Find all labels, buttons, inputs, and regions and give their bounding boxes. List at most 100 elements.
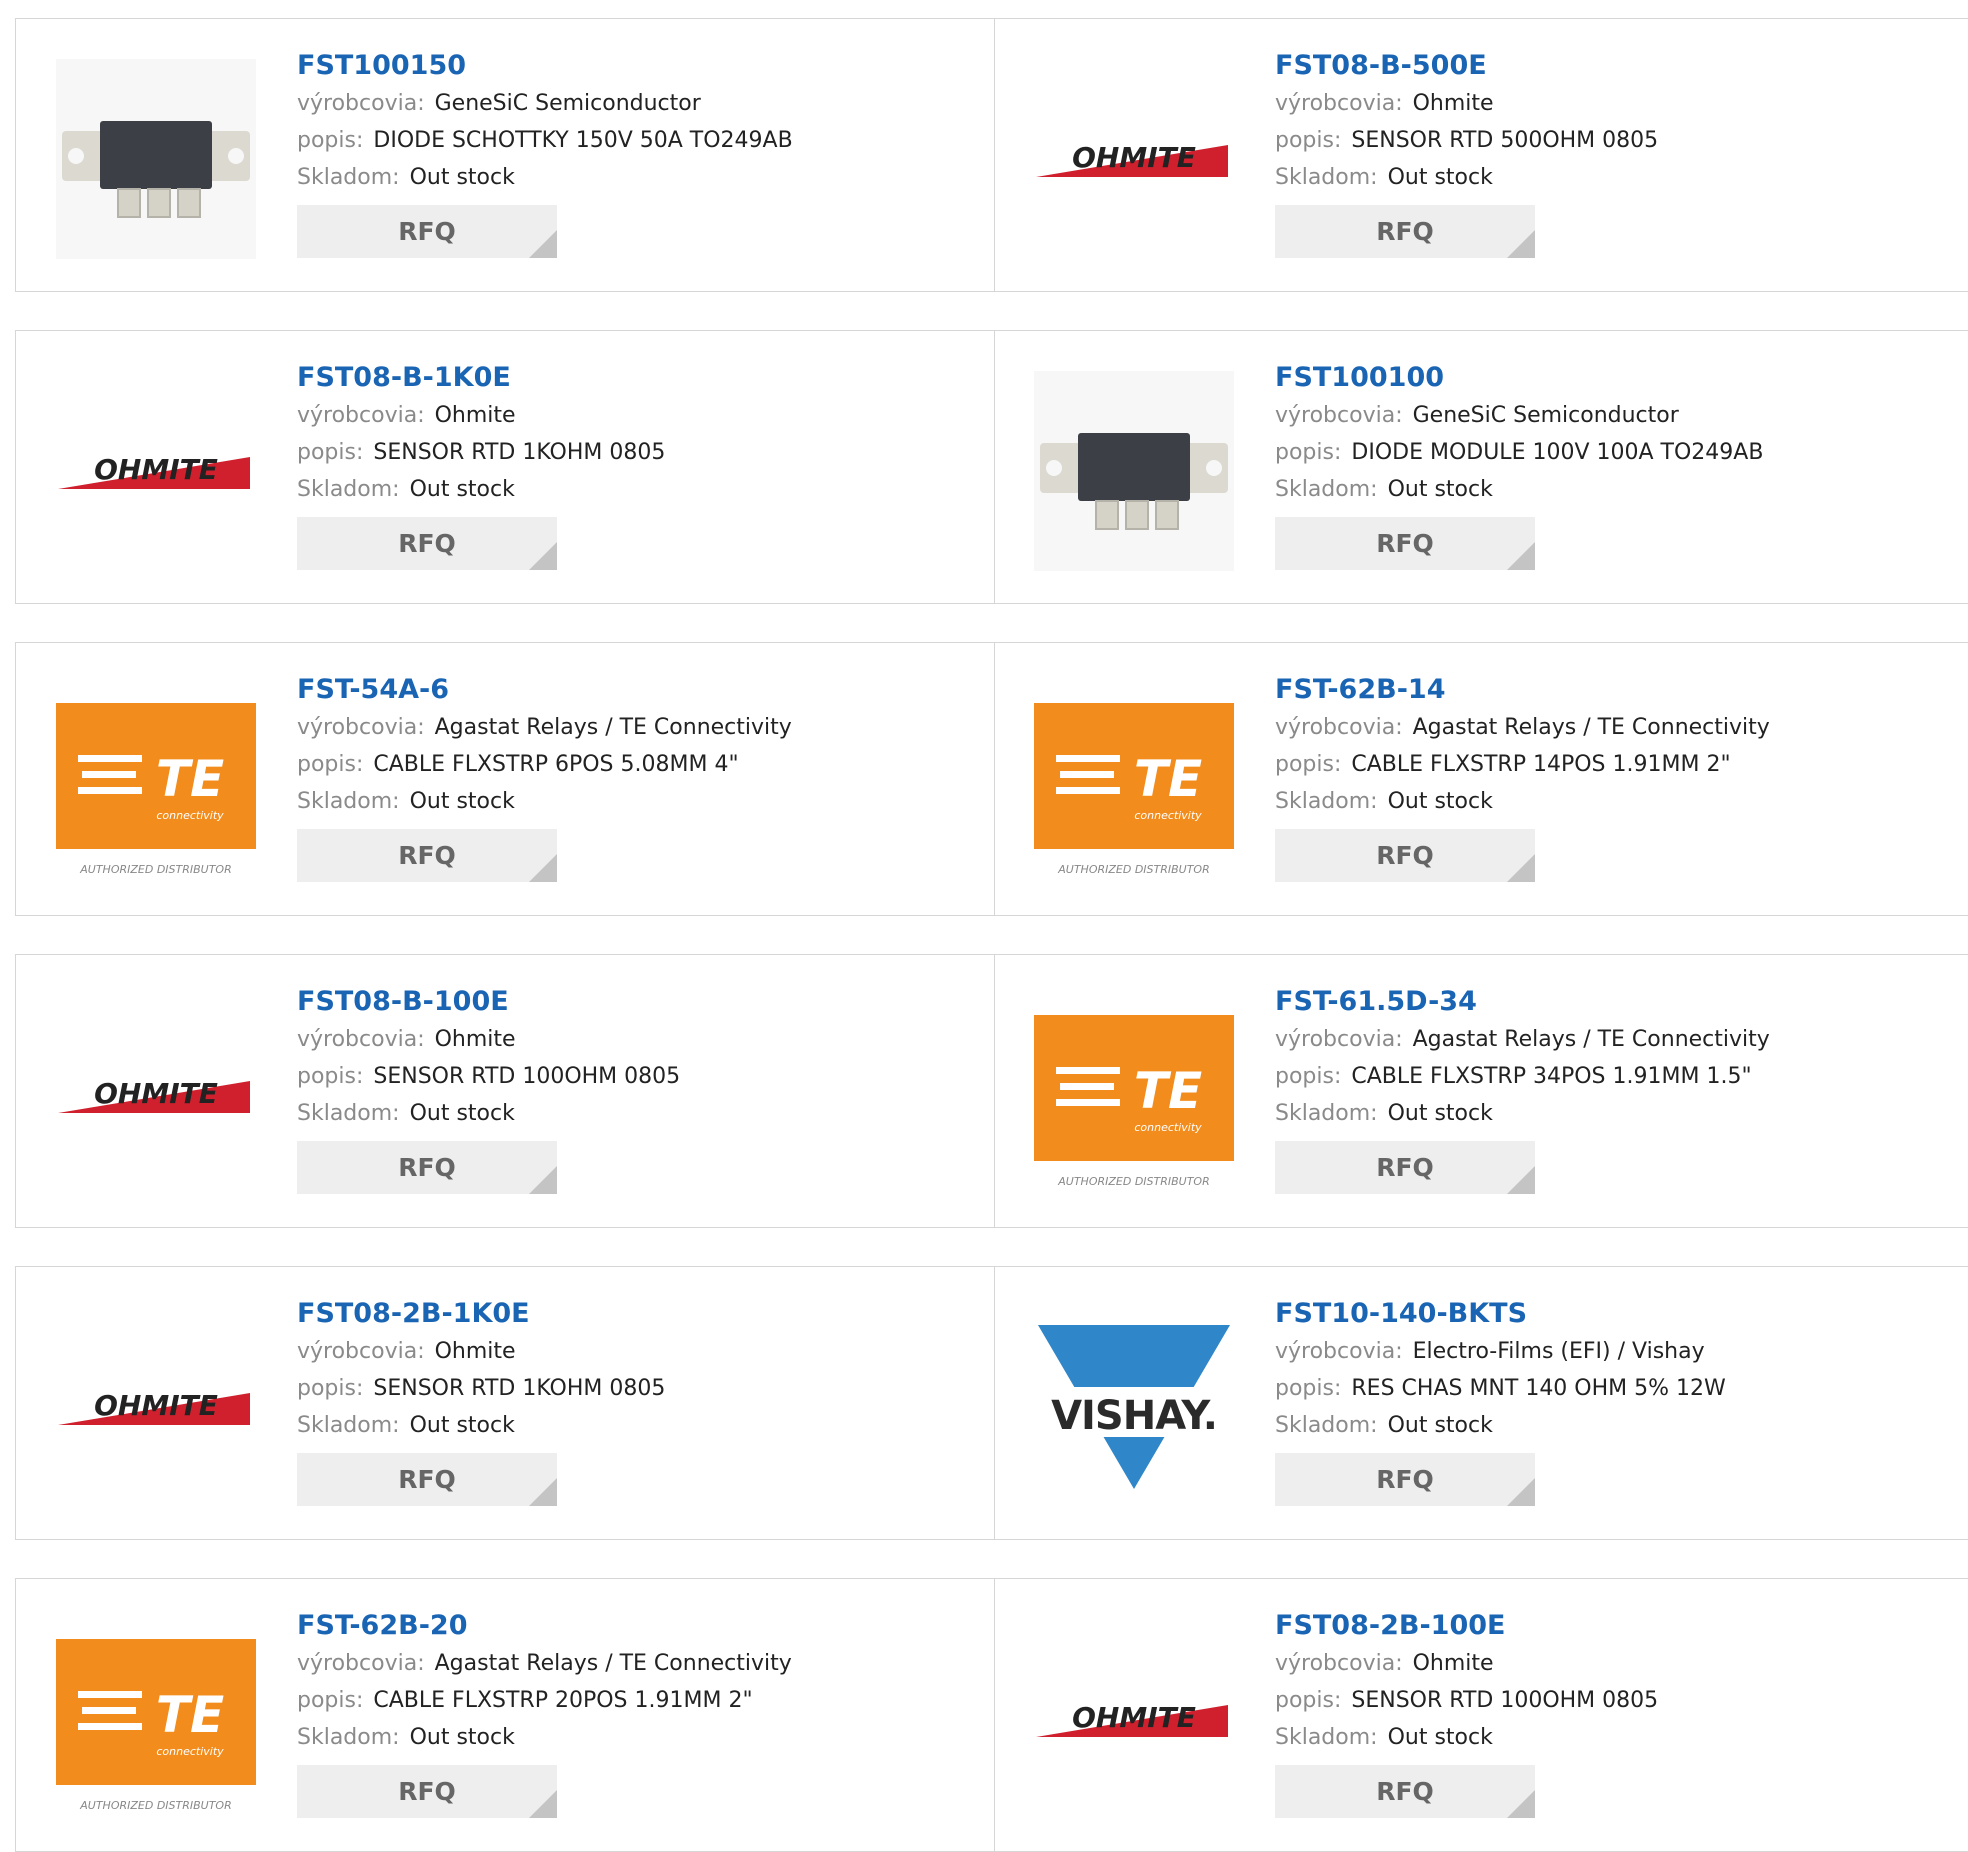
rfq-button[interactable]: RFQ xyxy=(297,1141,557,1194)
part-number-link[interactable]: FST-62B-20 xyxy=(297,1607,792,1645)
product-thumbnail[interactable]: VISHAY. xyxy=(1034,1307,1234,1507)
part-number-link[interactable]: FST10-140-BKTS xyxy=(1275,1295,1726,1333)
part-number-link[interactable]: FST08-B-100E xyxy=(297,983,680,1021)
manufacturer-line: výrobcovia: Agastat Relays / TE Connectiv… xyxy=(297,1645,792,1682)
description-value: CABLE FLXSTRP 6POS 5.08MM 4" xyxy=(373,752,739,777)
stock-label: Skladom: xyxy=(1275,789,1378,814)
description-line: popis: CABLE FLXSTRP 34POS 1.91MM 1.5" xyxy=(1275,1058,1770,1095)
product-row: OHMITE FST08-B-100E výrobcovia: Ohmite popis… xyxy=(15,954,1968,1228)
manufacturer-line: výrobcovia: Ohmite xyxy=(297,1021,680,1058)
manufacturer-label: výrobcovia: xyxy=(1275,91,1403,116)
rfq-button-label: RFQ xyxy=(398,217,456,246)
stock-value: Out stock xyxy=(409,1725,515,1750)
product-row: TE connectivity AUTHORIZED DISTRIBUTOR FST-… xyxy=(15,642,1968,916)
part-number-link[interactable]: FST08-B-500E xyxy=(1275,47,1658,85)
rfq-button[interactable]: RFQ xyxy=(1275,205,1535,258)
stock-value: Out stock xyxy=(1387,1413,1493,1438)
stock-line: Skladom: Out stock xyxy=(1275,1095,1770,1132)
manufacturer-line: výrobcovia: Ohmite xyxy=(1275,1645,1658,1682)
product-thumbnail[interactable]: OHMITE xyxy=(1034,59,1234,259)
rfq-button[interactable]: RFQ xyxy=(297,1453,557,1506)
product-thumbnail[interactable]: TE connectivity AUTHORIZED DISTRIBUTOR xyxy=(1034,995,1234,1195)
diode-module-image xyxy=(1034,371,1234,571)
product-thumbnail[interactable]: TE connectivity AUTHORIZED DISTRIBUTOR xyxy=(56,1619,256,1819)
rfq-button[interactable]: RFQ xyxy=(1275,1765,1535,1818)
te-logo-text: TE xyxy=(156,750,224,808)
description-label: popis: xyxy=(297,1688,364,1713)
te-logo-text: TE xyxy=(156,1686,224,1744)
stock-value: Out stock xyxy=(1387,1101,1493,1126)
stock-line: Skladom: Out stock xyxy=(1275,159,1658,196)
rfq-button[interactable]: RFQ xyxy=(1275,1141,1535,1194)
manufacturer-value: Ohmite xyxy=(434,1027,516,1052)
rfq-button[interactable]: RFQ xyxy=(1275,517,1535,570)
part-number-link[interactable]: FST-61.5D-34 xyxy=(1275,983,1770,1021)
rfq-button[interactable]: RFQ xyxy=(297,517,557,570)
ohmite-logo: OHMITE xyxy=(58,1389,250,1425)
part-number-link[interactable]: FST-54A-6 xyxy=(297,671,792,709)
stock-label: Skladom: xyxy=(297,165,400,190)
te-logo-caption: AUTHORIZED DISTRIBUTOR xyxy=(1057,863,1210,876)
stock-value: Out stock xyxy=(409,789,515,814)
part-number-link[interactable]: FST08-2B-100E xyxy=(1275,1607,1658,1645)
description-value: DIODE MODULE 100V 100A TO249AB xyxy=(1351,440,1764,465)
ohmite-logo: OHMITE xyxy=(58,453,250,489)
manufacturer-value: Ohmite xyxy=(434,403,516,428)
description-value: DIODE SCHOTTKY 150V 50A TO249AB xyxy=(373,128,793,153)
product-thumbnail[interactable] xyxy=(1034,371,1234,571)
product-card: OHMITE FST08-2B-1K0E výrobcovia: Ohmite popi… xyxy=(16,1267,995,1539)
product-thumbnail[interactable]: OHMITE xyxy=(1034,1619,1234,1819)
product-thumbnail[interactable]: OHMITE xyxy=(56,995,256,1195)
product-info: FST08-B-100E výrobcovia: Ohmite popis: SENSO… xyxy=(297,983,680,1194)
part-number-link[interactable]: FST08-B-1K0E xyxy=(297,359,665,397)
te-logo-caption: AUTHORIZED DISTRIBUTOR xyxy=(1057,1175,1210,1188)
manufacturer-label: výrobcovia: xyxy=(1275,1027,1403,1052)
part-number-link[interactable]: FST-62B-14 xyxy=(1275,671,1770,709)
product-row: FST100150 výrobcovia: GeneSiC Semiconducto… xyxy=(15,18,1968,292)
stock-line: Skladom: Out stock xyxy=(297,159,793,196)
manufacturer-line: výrobcovia: Agastat Relays / TE Connectiv… xyxy=(297,709,792,746)
description-value: SENSOR RTD 100OHM 0805 xyxy=(1351,1688,1659,1713)
rfq-button[interactable]: RFQ xyxy=(297,205,557,258)
stock-value: Out stock xyxy=(1387,1725,1493,1750)
te-logo-subtext: connectivity xyxy=(156,809,224,822)
stock-value: Out stock xyxy=(409,165,515,190)
te-connectivity-logo: TEconnectivity AUTHORIZED DISTRIBUTOR xyxy=(56,703,256,876)
te-connectivity-logo: TEconnectivity AUTHORIZED DISTRIBUTOR xyxy=(56,1639,256,1812)
product-info: FST08-2B-100E výrobcovia: Ohmite popis: SENS… xyxy=(1275,1607,1658,1818)
stock-line: Skladom: Out stock xyxy=(297,1407,665,1444)
product-info: FST-54A-6 výrobcovia: Agastat Relays / TE … xyxy=(297,671,792,882)
rfq-button-label: RFQ xyxy=(1376,841,1434,870)
description-line: popis: SENSOR RTD 500OHM 0805 xyxy=(1275,122,1658,159)
description-value: CABLE FLXSTRP 34POS 1.91MM 1.5" xyxy=(1351,1064,1752,1089)
button-corner-triangle xyxy=(529,542,557,570)
rfq-button-label: RFQ xyxy=(1376,1465,1434,1494)
description-value: SENSOR RTD 1KOHM 0805 xyxy=(373,440,666,465)
rfq-button[interactable]: RFQ xyxy=(1275,1453,1535,1506)
te-logo-subtext: connectivity xyxy=(1134,809,1202,822)
rfq-button-label: RFQ xyxy=(1376,1153,1434,1182)
rfq-button-label: RFQ xyxy=(1376,529,1434,558)
product-thumbnail[interactable]: OHMITE xyxy=(56,371,256,571)
rfq-button[interactable]: RFQ xyxy=(297,829,557,882)
stock-label: Skladom: xyxy=(1275,1413,1378,1438)
product-row: OHMITE FST08-2B-1K0E výrobcovia: Ohmite popi… xyxy=(15,1266,1968,1540)
stock-line: Skladom: Out stock xyxy=(1275,783,1770,820)
product-card: OHMITE FST08-2B-100E výrobcovia: Ohmite popi… xyxy=(994,1579,1968,1851)
part-number-link[interactable]: FST08-2B-1K0E xyxy=(297,1295,665,1333)
rfq-button[interactable]: RFQ xyxy=(1275,829,1535,882)
product-thumbnail[interactable]: OHMITE xyxy=(56,1307,256,1507)
ohmite-logo: OHMITE xyxy=(58,1077,250,1113)
stock-line: Skladom: Out stock xyxy=(1275,1407,1726,1444)
button-corner-triangle xyxy=(529,230,557,258)
description-label: popis: xyxy=(1275,1064,1342,1089)
button-corner-triangle xyxy=(529,854,557,882)
product-thumbnail[interactable] xyxy=(56,59,256,259)
manufacturer-label: výrobcovia: xyxy=(1275,1339,1403,1364)
part-number-link[interactable]: FST100100 xyxy=(1275,359,1763,397)
part-number-link[interactable]: FST100150 xyxy=(297,47,793,85)
product-thumbnail[interactable]: TE connectivity AUTHORIZED DISTRIBUTOR xyxy=(1034,683,1234,883)
button-corner-triangle xyxy=(529,1478,557,1506)
product-thumbnail[interactable]: TE connectivity AUTHORIZED DISTRIBUTOR xyxy=(56,683,256,883)
rfq-button[interactable]: RFQ xyxy=(297,1765,557,1818)
